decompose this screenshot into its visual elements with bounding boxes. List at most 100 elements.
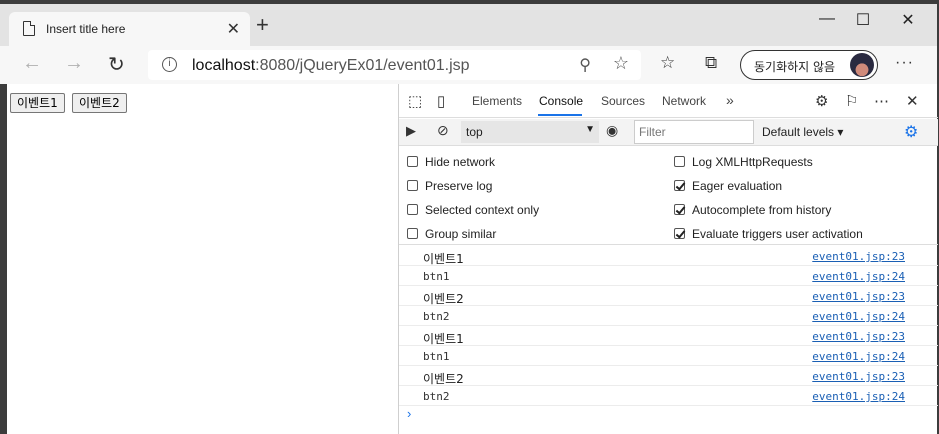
log-source-link[interactable]: event01.jsp:23: [812, 330, 905, 343]
log-message: 이벤트1: [423, 332, 464, 346]
address-bar[interactable]: i localhost:8080/jQueryEx01/event01.jsp …: [148, 50, 641, 80]
log-source-link[interactable]: event01.jsp:23: [812, 250, 905, 263]
collections-icon[interactable]: ⧉: [705, 53, 717, 73]
maximize-button[interactable]: ☐: [848, 10, 878, 34]
devtools-tabbar: ⬚ ▯ Elements Console Sources Network » ⚙…: [399, 84, 938, 118]
selected-context-checkbox[interactable]: [407, 204, 418, 215]
log-xhr-label: Log XMLHttpRequests: [692, 155, 813, 169]
browser-window: Insert title here ✕ + — ☐ ✕ ← → ↻ i loca…: [0, 0, 939, 434]
log-source-link[interactable]: event01.jsp:24: [812, 350, 905, 363]
sync-label: 동기화하지 않음: [754, 60, 836, 74]
log-source-link[interactable]: event01.jsp:24: [812, 270, 905, 283]
log-message: 이벤트2: [423, 372, 464, 386]
console-toolbar: ▶ ⊘ top ▼ ◉ Default levels ▾ ⚙: [399, 119, 938, 146]
group-similar-option[interactable]: Group similar: [407, 227, 496, 241]
page-content: 이벤트1 이벤트2: [7, 84, 398, 434]
settings-gear-icon[interactable]: ⚙: [815, 92, 828, 110]
console-log: 이벤트1 event01.jsp:23 btn1 event01.jsp:24 이벤…: [399, 246, 938, 406]
tab-title: Insert title here: [46, 22, 126, 36]
tab-close-icon[interactable]: ✕: [227, 19, 240, 39]
avatar: [850, 53, 874, 77]
zoom-icon[interactable]: ⚲: [579, 55, 591, 75]
dropdown-arrow-icon: ▼: [585, 124, 595, 135]
more-tabs-icon[interactable]: »: [726, 92, 734, 108]
hide-network-checkbox[interactable]: [407, 156, 418, 167]
preserve-log-checkbox[interactable]: [407, 180, 418, 191]
devtools-panel: ⬚ ▯ Elements Console Sources Network » ⚙…: [398, 84, 938, 434]
log-message: btn1: [423, 270, 450, 283]
evaluate-triggers-checkbox[interactable]: [674, 228, 685, 239]
title-bar: Insert title here ✕ + — ☐ ✕: [0, 4, 937, 46]
log-levels-dropdown[interactable]: Default levels ▾: [762, 125, 843, 139]
tab-elements[interactable]: Elements: [472, 94, 522, 108]
log-source-link[interactable]: event01.jsp:24: [812, 310, 905, 323]
clear-console-icon[interactable]: ⊘: [437, 122, 449, 139]
log-xhr-option[interactable]: Log XMLHttpRequests: [674, 155, 813, 169]
page-icon: [23, 21, 35, 36]
close-window-button[interactable]: ✕: [893, 10, 923, 34]
eager-evaluation-label: Eager evaluation: [692, 179, 783, 193]
url-host: localhost: [192, 57, 256, 74]
log-source-link[interactable]: event01.jsp:23: [812, 370, 905, 383]
sidebar-toggle-icon[interactable]: ▶: [406, 123, 416, 139]
event1-button[interactable]: 이벤트1: [10, 93, 65, 113]
profile-sync-button[interactable]: 동기화하지 않음: [740, 50, 878, 80]
group-similar-label: Group similar: [425, 227, 497, 241]
active-tab-indicator: [538, 114, 582, 116]
context-value: top: [466, 125, 483, 139]
log-xhr-checkbox[interactable]: [674, 156, 685, 167]
back-icon[interactable]: ←: [22, 52, 42, 75]
filter-input[interactable]: [634, 120, 754, 144]
log-row: btn1 event01.jsp:24: [399, 266, 938, 286]
console-prompt-icon[interactable]: ›: [407, 406, 411, 421]
eager-evaluation-checkbox[interactable]: [674, 180, 685, 191]
selected-context-option[interactable]: Selected context only: [407, 203, 539, 217]
log-message: btn1: [423, 350, 450, 363]
address-toolbar: ← → ↻ i localhost:8080/jQueryEx01/event0…: [0, 46, 937, 84]
live-expression-eye-icon[interactable]: ◉: [606, 122, 618, 139]
console-settings-pane: Hide network Preserve log Selected conte…: [399, 147, 938, 245]
device-toolbar-icon[interactable]: ▯: [437, 92, 445, 110]
browser-tab[interactable]: Insert title here ✕: [9, 12, 250, 46]
log-message: btn2: [423, 390, 450, 403]
log-source-link[interactable]: event01.jsp:24: [812, 390, 905, 403]
url-path: :8080/jQueryEx01/event01.jsp: [255, 57, 470, 74]
hide-network-label: Hide network: [425, 155, 496, 169]
autocomplete-option[interactable]: Autocomplete from history: [674, 203, 831, 217]
tab-console[interactable]: Console: [539, 94, 583, 108]
tab-network[interactable]: Network: [662, 94, 706, 108]
log-message: btn2: [423, 310, 450, 323]
log-row: btn2 event01.jsp:24: [399, 306, 938, 326]
event2-button[interactable]: 이벤트2: [72, 93, 127, 113]
tab-sources[interactable]: Sources: [601, 94, 645, 108]
feedback-icon[interactable]: ⚐: [845, 92, 858, 110]
context-select[interactable]: top ▼: [461, 121, 599, 143]
minimize-button[interactable]: —: [812, 10, 842, 34]
reload-icon[interactable]: ↻: [108, 52, 125, 77]
log-row: btn2 event01.jsp:24: [399, 386, 938, 406]
log-message: 이벤트2: [423, 292, 464, 306]
customize-menu-icon[interactable]: ⋯: [874, 92, 889, 110]
evaluate-triggers-option[interactable]: Evaluate triggers user activation: [674, 227, 863, 241]
preserve-log-label: Preserve log: [425, 179, 493, 193]
log-row: 이벤트1 event01.jsp:23: [399, 326, 938, 346]
more-menu-icon[interactable]: ···: [895, 54, 914, 72]
new-tab-button[interactable]: +: [256, 14, 269, 36]
log-levels-label: Default levels: [762, 125, 835, 139]
favorite-star-icon[interactable]: ☆: [613, 53, 629, 74]
forward-icon[interactable]: →: [64, 52, 84, 75]
log-row: btn1 event01.jsp:24: [399, 346, 938, 366]
inspect-element-icon[interactable]: ⬚: [408, 92, 422, 110]
log-source-link[interactable]: event01.jsp:23: [812, 290, 905, 303]
info-icon[interactable]: i: [162, 57, 177, 72]
console-settings-icon[interactable]: ⚙: [904, 122, 918, 142]
group-similar-checkbox[interactable]: [407, 228, 418, 239]
favorites-icon[interactable]: ☆: [660, 53, 675, 73]
autocomplete-checkbox[interactable]: [674, 204, 685, 215]
autocomplete-label: Autocomplete from history: [692, 203, 832, 217]
hide-network-option[interactable]: Hide network: [407, 155, 495, 169]
preserve-log-option[interactable]: Preserve log: [407, 179, 492, 193]
close-devtools-icon[interactable]: ✕: [906, 92, 919, 110]
url-text[interactable]: localhost:8080/jQueryEx01/event01.jsp: [192, 57, 470, 75]
eager-evaluation-option[interactable]: Eager evaluation: [674, 179, 782, 193]
